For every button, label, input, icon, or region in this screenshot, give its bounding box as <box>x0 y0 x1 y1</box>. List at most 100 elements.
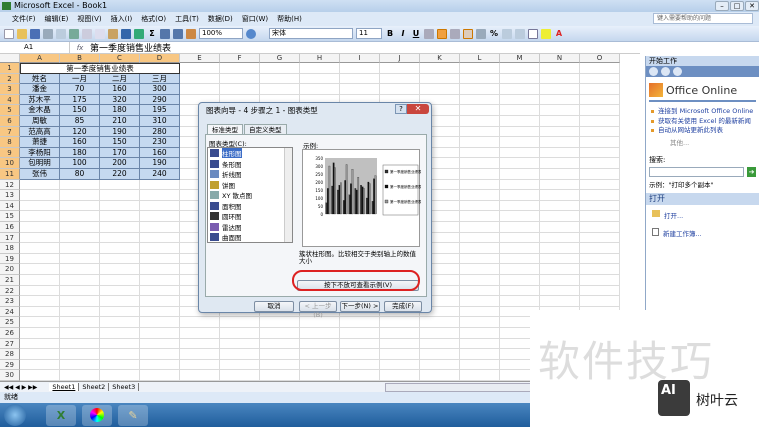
empty-cell[interactable] <box>500 137 540 148</box>
empty-cell[interactable] <box>460 63 500 74</box>
minimize-button[interactable]: – <box>715 1 729 11</box>
empty-cell[interactable] <box>180 317 220 328</box>
chart-type-item[interactable]: XY 散点图 <box>208 190 292 201</box>
empty-cell[interactable] <box>100 200 140 212</box>
row-header[interactable]: 12 <box>0 179 20 191</box>
empty-cell[interactable] <box>460 211 500 222</box>
empty-cell[interactable] <box>60 222 100 233</box>
more-link[interactable]: 其他... <box>646 137 759 147</box>
empty-cell[interactable] <box>100 243 140 254</box>
empty-cell[interactable] <box>60 285 100 297</box>
row-header[interactable]: 9 <box>0 147 20 159</box>
cell[interactable]: 175 <box>60 94 100 106</box>
copy-icon[interactable] <box>95 28 105 39</box>
column-header-C[interactable]: C <box>100 54 140 63</box>
empty-cell[interactable] <box>500 264 540 275</box>
cell[interactable]: 100 <box>60 158 100 169</box>
empty-cell[interactable] <box>60 253 100 265</box>
cell[interactable]: 170 <box>100 147 140 159</box>
empty-cell[interactable] <box>540 137 580 148</box>
empty-cell[interactable] <box>100 211 140 222</box>
empty-cell[interactable] <box>540 169 580 180</box>
empty-cell[interactable] <box>500 94 540 106</box>
row-header[interactable]: 20 <box>0 264 20 275</box>
empty-cell[interactable] <box>500 190 540 201</box>
cell[interactable]: 80 <box>60 169 100 180</box>
empty-cell[interactable] <box>20 200 60 212</box>
empty-cell[interactable] <box>100 264 140 275</box>
empty-cell[interactable] <box>340 338 380 350</box>
empty-cell[interactable] <box>500 126 540 138</box>
empty-cell[interactable] <box>460 137 500 148</box>
empty-cell[interactable] <box>20 243 60 254</box>
font-color-icon[interactable]: A <box>554 29 564 38</box>
empty-cell[interactable] <box>60 317 100 328</box>
empty-cell[interactable] <box>500 285 540 297</box>
empty-cell[interactable] <box>500 296 540 307</box>
tab-sheet1[interactable]: Sheet1 <box>49 383 80 391</box>
empty-cell[interactable] <box>500 200 540 212</box>
empty-cell[interactable] <box>460 105 500 116</box>
empty-cell[interactable] <box>60 328 100 339</box>
empty-cell[interactable] <box>60 190 100 201</box>
row-header[interactable]: 15 <box>0 211 20 222</box>
close-button[interactable]: ✕ <box>745 1 759 11</box>
empty-cell[interactable] <box>300 338 340 350</box>
empty-cell[interactable] <box>60 338 100 350</box>
empty-cell[interactable] <box>580 147 620 159</box>
empty-cell[interactable] <box>180 73 220 85</box>
hyperlink-icon[interactable] <box>134 28 144 39</box>
empty-cell[interactable] <box>100 306 140 318</box>
row-header[interactable]: 1 <box>0 63 20 74</box>
empty-cell[interactable] <box>460 253 500 265</box>
empty-cell[interactable] <box>220 359 260 371</box>
empty-cell[interactable] <box>540 211 580 222</box>
column-header-B[interactable]: B <box>60 54 100 63</box>
empty-cell[interactable] <box>60 275 100 286</box>
chart-type-item[interactable]: 饼图 <box>208 180 292 191</box>
empty-cell[interactable] <box>20 370 60 381</box>
empty-cell[interactable] <box>420 359 460 371</box>
empty-cell[interactable] <box>20 306 60 318</box>
empty-cell[interactable] <box>540 147 580 159</box>
empty-cell[interactable] <box>180 338 220 350</box>
row-header[interactable]: 16 <box>0 222 20 233</box>
empty-cell[interactable] <box>140 179 180 191</box>
cell[interactable]: 160 <box>140 147 180 159</box>
empty-cell[interactable] <box>460 190 500 201</box>
menu-data[interactable]: 数据(D) <box>208 14 233 24</box>
empty-cell[interactable] <box>460 147 500 159</box>
font-select[interactable]: 宋体 <box>269 28 353 39</box>
empty-cell[interactable] <box>460 285 500 297</box>
empty-cell[interactable] <box>540 179 580 191</box>
row-header[interactable]: 4 <box>0 94 20 106</box>
menu-window[interactable]: 窗口(W) <box>242 14 268 24</box>
empty-cell[interactable] <box>420 338 460 350</box>
next-button[interactable]: 下一步(N) > <box>340 301 380 312</box>
cell[interactable]: 第一季度销售业绩表 <box>20 63 180 74</box>
new-workbook-link[interactable]: 新建工作簿... <box>663 228 702 238</box>
chart-subtype-preview[interactable]: 350 300 250 200 150 100 50 0 第一季度销售业绩表 一月第一季度销售业… <box>302 149 430 247</box>
row-header[interactable]: 7 <box>0 126 20 138</box>
empty-cell[interactable] <box>180 84 220 95</box>
empty-cell[interactable] <box>100 190 140 201</box>
row-header[interactable]: 13 <box>0 190 20 201</box>
empty-cell[interactable] <box>500 169 540 180</box>
empty-cell[interactable] <box>540 296 580 307</box>
chart-type-item[interactable]: 雷达图 <box>208 222 292 233</box>
cut-icon[interactable] <box>82 28 92 39</box>
indent-icon[interactable] <box>515 28 525 39</box>
row-header[interactable]: 29 <box>0 359 20 371</box>
empty-cell[interactable] <box>140 338 180 350</box>
empty-cell[interactable] <box>340 370 380 381</box>
empty-cell[interactable] <box>460 306 500 318</box>
color-app-taskbar-icon[interactable] <box>82 404 112 426</box>
empty-cell[interactable] <box>180 328 220 339</box>
cell[interactable]: 300 <box>140 84 180 95</box>
empty-cell[interactable] <box>540 84 580 95</box>
column-header-G[interactable]: G <box>260 54 300 63</box>
empty-cell[interactable] <box>60 179 100 191</box>
office-online-logo[interactable]: Office Online <box>649 83 756 102</box>
empty-cell[interactable] <box>580 200 620 212</box>
empty-cell[interactable] <box>420 370 460 381</box>
